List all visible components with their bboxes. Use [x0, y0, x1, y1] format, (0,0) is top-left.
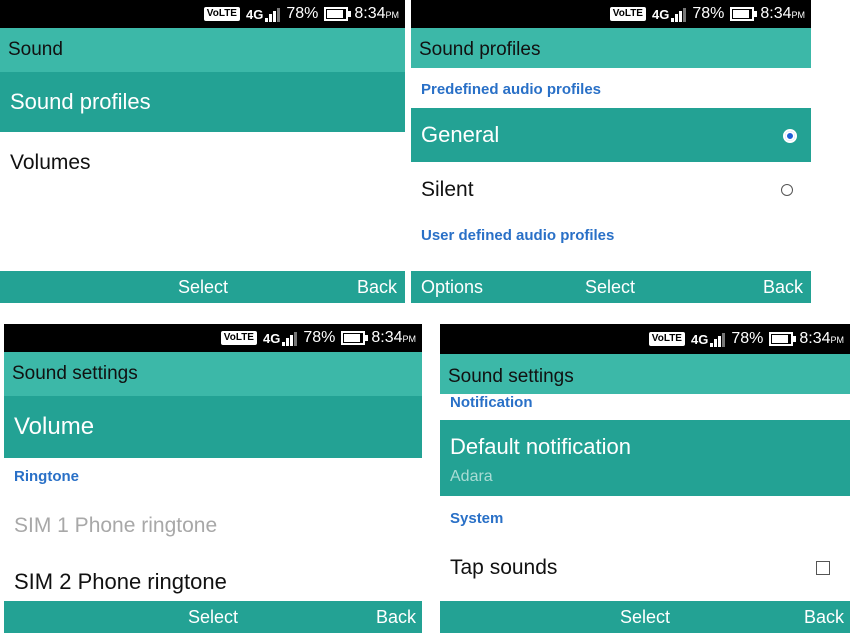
signal-icon: 4G	[691, 332, 726, 347]
menu-item-volume[interactable]: Volume	[4, 396, 422, 458]
section-header-predefined: Predefined audio profiles	[421, 81, 602, 98]
menu-item-label: Sound profiles	[10, 89, 151, 114]
battery-icon	[324, 7, 352, 21]
menu-item-sim1-ringtone[interactable]: SIM 1 Phone ringtone	[4, 502, 422, 550]
page-title: Sound settings	[440, 354, 850, 394]
menu-item-label: Volumes	[10, 151, 91, 174]
select-button[interactable]: Select	[585, 277, 635, 298]
screen-sound-settings-notification: VoLTE 4G 78% 8:34PM Sound settings Notif…	[440, 324, 850, 633]
battery-percent: 78%	[692, 5, 725, 22]
page-title: Sound settings	[4, 352, 422, 396]
section-header-notification: Notification	[450, 394, 533, 411]
battery-icon	[341, 331, 369, 345]
checkbox-icon[interactable]	[816, 561, 830, 575]
back-button[interactable]: Back	[763, 277, 803, 298]
clock: 8:34PM	[799, 330, 844, 347]
battery-icon	[769, 332, 797, 346]
section-header-ringtone: Ringtone	[14, 468, 79, 485]
volte-badge: VoLTE	[220, 331, 257, 345]
softkey-bar: Options Select Back	[411, 271, 811, 303]
signal-icon: 4G	[263, 331, 298, 346]
clock: 8:34PM	[371, 329, 416, 346]
select-button[interactable]: Select	[620, 607, 670, 628]
menu-item-label: SIM 1 Phone ringtone	[14, 514, 218, 537]
signal-icon: 4G	[652, 7, 687, 22]
menu-item-label: Volume	[14, 413, 95, 440]
volte-badge: VoLTE	[609, 7, 646, 21]
menu-item-label: SIM 2 Phone ringtone	[14, 569, 227, 594]
clock: 8:34PM	[354, 5, 399, 22]
softkey-bar: Select Back	[440, 601, 850, 633]
softkey-bar: Select Back	[0, 271, 405, 303]
menu-item-sim2-ringtone[interactable]: SIM 2 Phone ringtone	[4, 557, 422, 601]
menu-item-label: Default notification	[450, 434, 631, 459]
screen-sound-profiles: VoLTE 4G 78% 8:34PM Sound profiles Prede…	[411, 0, 811, 303]
radio-unselected-icon[interactable]	[781, 184, 793, 196]
status-bar: VoLTE 4G 78% 8:34PM	[4, 324, 422, 352]
screen-sound: VoLTE 4G 78% 8:34PM Sound Sound profiles…	[0, 0, 405, 303]
status-bar: VoLTE 4G 78% 8:34PM	[440, 324, 850, 354]
page-title: Sound profiles	[411, 28, 811, 68]
page-title: Sound	[0, 28, 405, 72]
battery-percent: 78%	[286, 5, 319, 22]
battery-icon	[730, 7, 758, 21]
clock: 8:34PM	[760, 5, 805, 22]
battery-percent: 78%	[731, 330, 764, 347]
menu-item-sound-profiles[interactable]: Sound profiles	[0, 72, 405, 132]
section-header-system: System	[450, 510, 504, 527]
menu-item-default-notification[interactable]: Default notification Adara	[440, 420, 850, 496]
menu-item-value: Adara	[450, 468, 493, 485]
section-header-user-defined: User defined audio profiles	[421, 227, 615, 244]
menu-item-volumes[interactable]: Volumes	[0, 134, 405, 192]
radio-selected-icon[interactable]	[783, 129, 797, 143]
back-button[interactable]: Back	[357, 277, 397, 298]
profile-label: Silent	[421, 178, 474, 201]
battery-percent: 78%	[303, 329, 336, 346]
screen-sound-settings-volume: VoLTE 4G 78% 8:34PM Sound settings Volum…	[4, 324, 422, 633]
profile-label: General	[421, 122, 500, 147]
status-bar: VoLTE 4G 78% 8:34PM	[411, 0, 811, 28]
select-button[interactable]: Select	[178, 277, 228, 298]
volte-badge: VoLTE	[203, 7, 240, 21]
back-button[interactable]: Back	[376, 607, 416, 628]
options-button[interactable]: Options	[421, 277, 483, 298]
status-bar: VoLTE 4G 78% 8:34PM	[0, 0, 405, 28]
back-button[interactable]: Back	[804, 607, 844, 628]
menu-item-tap-sounds[interactable]: Tap sounds	[440, 542, 850, 594]
volte-badge: VoLTE	[648, 332, 685, 346]
menu-item-label: Tap sounds	[450, 556, 558, 579]
select-button[interactable]: Select	[188, 607, 238, 628]
softkey-bar: Select Back	[4, 601, 422, 633]
profile-item-general[interactable]: General	[411, 108, 811, 162]
profile-item-silent[interactable]: Silent	[411, 164, 811, 216]
signal-icon: 4G	[246, 7, 281, 22]
